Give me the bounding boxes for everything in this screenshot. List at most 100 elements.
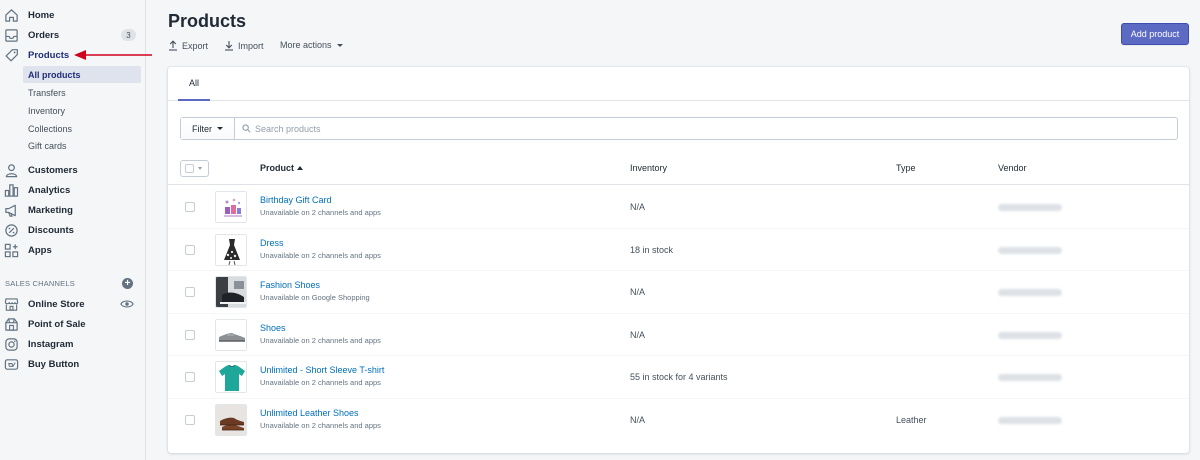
tab-bar: All (168, 67, 1189, 101)
eye-icon[interactable] (120, 298, 134, 310)
sidebar: Home Orders 3 Products All products Tran… (0, 0, 146, 460)
product-name-link[interactable]: Dress (260, 238, 284, 248)
tshirt-image (216, 362, 246, 392)
sidebar-item-point-of-sale[interactable]: Point of Sale (0, 314, 146, 334)
product-availability: Unavailable on 2 channels and apps (260, 378, 381, 387)
bar-chart-icon (4, 183, 19, 198)
sidebar-item-orders[interactable]: Orders 3 (0, 25, 146, 45)
more-actions-label: More actions (280, 40, 332, 50)
discount-icon (4, 223, 19, 238)
add-product-button[interactable]: Add product (1121, 23, 1189, 45)
product-name-link[interactable]: Unlimited - Short Sleeve T-shirt (260, 365, 384, 375)
sidebar-subitem-gift-cards[interactable]: Gift cards (23, 137, 141, 154)
table-row[interactable]: Shoes Unavailable on 2 channels and apps… (168, 314, 1189, 356)
person-icon (4, 163, 19, 178)
sidebar-item-label: Customers (28, 164, 78, 176)
table-row[interactable]: Unlimited Leather Shoes Unavailable on 2… (168, 399, 1189, 442)
instagram-icon (4, 337, 19, 352)
orders-icon (4, 28, 19, 43)
product-thumbnail (215, 276, 247, 308)
sidebar-item-customers[interactable]: Customers (0, 160, 146, 180)
sidebar-item-label: Analytics (28, 184, 71, 196)
column-header-type: Type (896, 163, 916, 173)
product-vendor-redacted (998, 331, 1062, 339)
column-header-product[interactable]: Product (260, 163, 304, 173)
sidebar-item-home[interactable]: Home (0, 5, 146, 25)
sidebar-item-label: Home (28, 9, 55, 21)
column-header-inventory: Inventory (630, 163, 668, 173)
row-checkbox[interactable] (185, 287, 195, 297)
add-sales-channel-button[interactable]: + (122, 278, 133, 289)
sidebar-item-buy-button[interactable]: Buy Button (0, 354, 146, 374)
sidebar-item-label: Apps (28, 244, 52, 256)
product-inventory: N/A (630, 329, 646, 340)
row-checkbox[interactable] (185, 244, 195, 255)
import-icon (225, 41, 233, 51)
tab-all[interactable]: All (178, 67, 210, 101)
row-checkbox[interactable] (185, 202, 195, 212)
row-checkbox[interactable] (185, 414, 195, 425)
chevron-down-icon (198, 167, 202, 170)
product-vendor-redacted (998, 289, 1062, 296)
more-actions-button[interactable]: More actions (280, 40, 343, 50)
row-checkbox[interactable] (185, 329, 195, 340)
product-thumbnail (215, 403, 247, 436)
sidebar-item-label: Marketing (28, 204, 73, 216)
table-row[interactable]: Dress Unavailable on 2 channels and apps… (168, 229, 1189, 271)
sort-ascending-icon (297, 166, 304, 170)
sidebar-subitem-all-products[interactable]: All products (23, 66, 141, 83)
sidebar-item-label: Orders (28, 29, 60, 41)
column-header-vendor: Vendor (998, 163, 1027, 173)
table-row[interactable]: Unlimited - Short Sleeve T-shirt Unavail… (168, 356, 1189, 399)
sales-channels-heading: SALES CHANNELS (5, 279, 75, 288)
product-name-link[interactable]: Fashion Shoes (260, 280, 320, 290)
tag-icon (4, 48, 19, 63)
table-row[interactable]: Fashion Shoes Unavailable on Google Shop… (168, 271, 1189, 314)
products-card: All Filter Product Inventory Type Vendor (168, 67, 1189, 453)
product-inventory: N/A (630, 414, 646, 425)
dress-image (216, 234, 246, 265)
product-inventory: 18 in stock (630, 244, 674, 255)
search-icon (242, 124, 251, 133)
sidebar-item-marketing[interactable]: Marketing (0, 200, 146, 220)
sidebar-subitem-collections[interactable]: Collections (23, 120, 141, 137)
product-availability: Unavailable on Google Shopping (260, 293, 370, 302)
gift-card-image (216, 192, 246, 222)
export-icon (169, 40, 177, 51)
filter-button[interactable]: Filter (181, 118, 235, 139)
product-name-link[interactable]: Unlimited Leather Shoes (260, 408, 359, 418)
chevron-down-icon (217, 127, 223, 130)
product-name-link[interactable]: Birthday Gift Card (260, 195, 332, 205)
select-all-checkbox[interactable] (180, 160, 209, 177)
product-type: Leather (896, 414, 927, 425)
filter-label: Filter (192, 123, 212, 134)
sidebar-item-label: Instagram (28, 338, 74, 350)
product-thumbnail (215, 191, 247, 223)
search-input[interactable] (255, 119, 1155, 138)
sidebar-item-label: Buy Button (28, 358, 80, 370)
product-availability: Unavailable on 2 channels and apps (260, 208, 381, 217)
pos-icon (4, 317, 19, 332)
shoes-image (216, 319, 246, 350)
row-checkbox[interactable] (185, 372, 195, 382)
product-inventory: N/A (630, 287, 646, 297)
sidebar-item-analytics[interactable]: Analytics (0, 180, 146, 200)
sidebar-item-discounts[interactable]: Discounts (0, 220, 146, 240)
sidebar-subitem-transfers[interactable]: Transfers (23, 84, 141, 101)
product-name-link[interactable]: Shoes (260, 323, 286, 333)
product-vendor-redacted (998, 416, 1062, 424)
table-row[interactable]: Birthday Gift Card Unavailable on 2 chan… (168, 186, 1189, 229)
sidebar-item-apps[interactable]: Apps (0, 240, 146, 260)
megaphone-icon (4, 203, 19, 218)
table-header: Product Inventory Type Vendor (168, 153, 1189, 185)
import-button[interactable]: Import (224, 40, 264, 51)
product-thumbnail (215, 233, 247, 266)
import-label: Import (238, 40, 264, 51)
product-inventory: N/A (630, 202, 646, 212)
sidebar-item-instagram[interactable]: Instagram (0, 334, 146, 354)
product-vendor-redacted (998, 204, 1062, 211)
export-button[interactable]: Export (168, 40, 208, 51)
column-header-product-label: Product (260, 163, 295, 173)
sidebar-subitem-inventory[interactable]: Inventory (23, 102, 141, 119)
store-icon (4, 297, 19, 312)
